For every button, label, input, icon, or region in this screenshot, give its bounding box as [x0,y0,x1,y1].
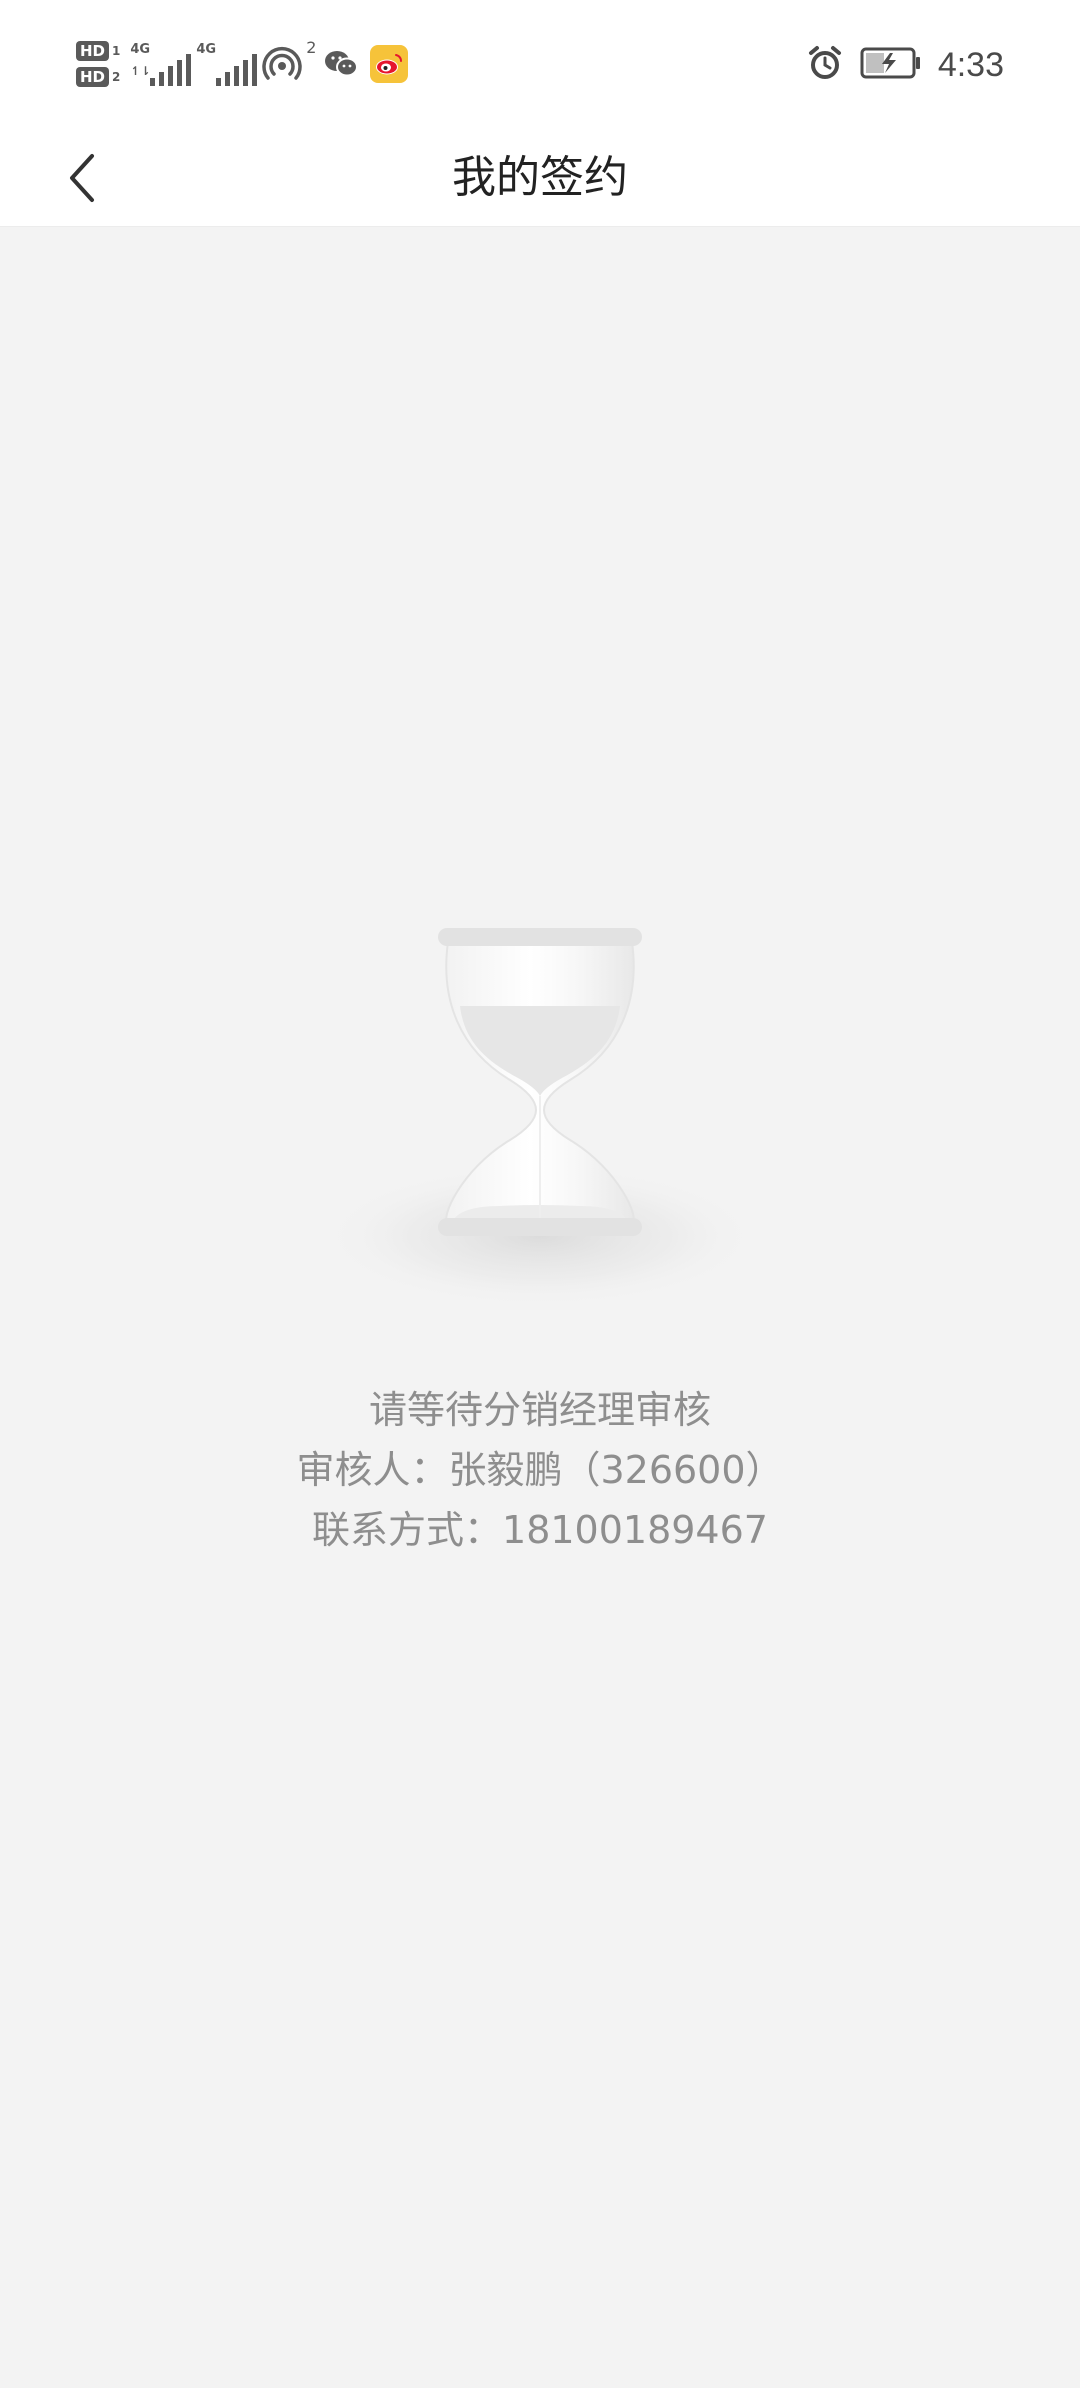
hd-sim-icon: HD [76,67,110,87]
status-left: HD 1 HD 2 4G ↿⇂ 4G 2 [76,34,409,94]
network-type-label: 4G [196,42,217,57]
data-activity-icon: ↿⇂ [130,64,151,78]
hotspot-icon: 2 [262,38,316,86]
sim2-badge: HD 2 [76,67,120,87]
reviewer-text: 审核人：张毅鹏（326600） [296,1448,784,1492]
status-right: 4:33 [806,40,1004,90]
hourglass-icon [300,920,780,1320]
wechat-icon [322,45,360,83]
contact-text: 联系方式：18100189467 [312,1508,768,1552]
hotspot-count: 2 [306,38,317,57]
network-type-label: 4G [130,42,151,57]
signal-icon [150,54,192,86]
page-title: 我的签约 [452,152,628,203]
nav-header: 我的签约 [0,130,1080,227]
weibo-icon [370,45,409,83]
status-bar: HD 1 HD 2 4G ↿⇂ 4G 2 4:33 [0,0,1080,130]
signal-sim2: 4G [196,42,258,86]
battery-charging-icon [860,46,922,84]
waiting-text: 请等待分销经理审核 [368,1388,711,1432]
alarm-icon [806,44,844,86]
clock-time: 4:33 [937,45,1004,84]
sim-indicators: HD 1 HD 2 [76,41,120,87]
sim1-index: 1 [112,44,121,58]
hd-sim-icon: HD [76,41,110,61]
signal-sim1: 4G ↿⇂ [130,42,192,86]
sim2-index: 2 [112,70,121,84]
signal-icon [216,54,258,86]
review-message: 请等待分销经理审核 审核人：张毅鹏（326600） 联系方式：181001894… [0,1380,1080,1560]
sim1-badge: HD 1 [76,41,120,61]
